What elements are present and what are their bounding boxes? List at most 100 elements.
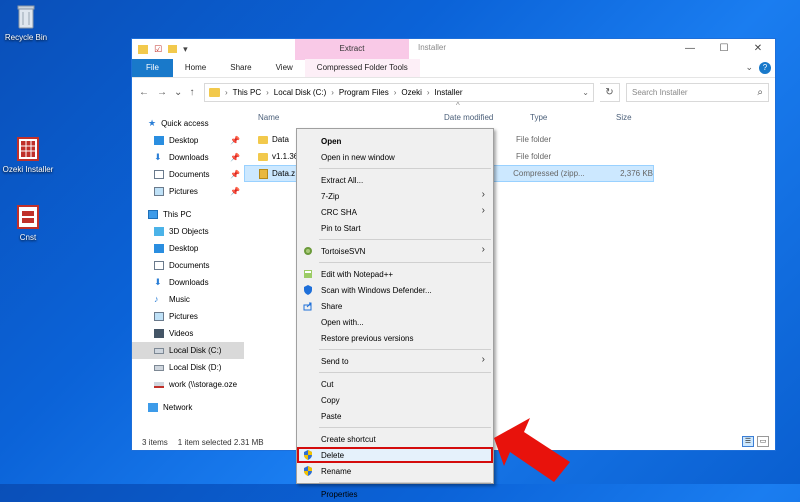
search-input[interactable]: Search Installer ⌕ [626,82,769,102]
properties-icon[interactable]: ☑ [154,44,162,55]
nav-local-disk-d[interactable]: Local Disk (D:) [132,359,244,376]
menu-item-send-to[interactable]: Send to › [297,353,493,369]
menu-item-pin-to-start[interactable]: Pin to Start [297,220,493,236]
menu-item-properties[interactable]: Properties [297,486,493,502]
menu-item-paste[interactable]: Paste [297,408,493,424]
menu-item-edit-notepad[interactable]: Edit with Notepad++ [297,266,493,282]
star-icon: ★ [148,118,157,128]
menu-separator [319,262,491,263]
address-dropdown-icon[interactable]: ⌄ [578,88,593,97]
desktop-icon-recycle-bin[interactable]: Recycle Bin [0,4,56,42]
nav-pictures[interactable]: Pictures [132,308,244,325]
submenu-arrow-icon: › [481,189,485,200]
menu-separator [319,168,491,169]
drive-icon [154,364,164,371]
pictures-icon [154,312,164,321]
menu-separator [319,482,491,483]
tab-view[interactable]: View [264,59,305,77]
tab-home[interactable]: Home [173,59,218,77]
nav-3d-objects[interactable]: 3D Objects [132,223,244,240]
menu-item-rename[interactable]: Rename [297,463,493,479]
sort-ascending-icon: ^ [456,101,460,110]
search-placeholder: Search Installer [632,87,688,97]
contextual-tab-extract[interactable]: Extract [295,39,409,60]
window-title: Installer [418,43,447,52]
tab-compressed-folder-tools[interactable]: Compressed Folder Tools [304,59,420,77]
menu-item-extract-all[interactable]: Extract All... [297,172,493,188]
refresh-button[interactable]: ↻ [600,82,620,102]
column-name[interactable]: Name [244,113,430,122]
menu-item-share[interactable]: Share [297,298,493,314]
menu-item-copy[interactable]: Copy [297,392,493,408]
pin-icon: 📌 [230,170,240,179]
details-view-icon[interactable]: ☰ [742,436,754,447]
forward-button[interactable]: → [156,87,168,98]
folder-icon [138,44,148,54]
breadcrumb-program-files[interactable]: Program Files [339,88,389,97]
uac-shield-icon [303,450,313,460]
zip-file-icon [259,168,268,179]
menu-separator [319,372,491,373]
tab-file[interactable]: File [132,59,173,77]
nav-quick-access[interactable]: ★ Quick access [132,115,244,132]
address-bar[interactable]: › This PC › Local Disk (C:) › Program Fi… [204,82,594,102]
nav-qa-desktop[interactable]: Desktop 📌 [132,132,244,149]
breadcrumb-installer[interactable]: Installer [435,88,463,97]
desktop-icon-cnst[interactable]: Cnst [0,204,58,242]
back-button[interactable]: ← [138,87,150,98]
desktop-icon-ozeki-installer[interactable]: Ozeki Installer [0,136,58,174]
menu-item-restore-previous[interactable]: Restore previous versions [297,330,493,346]
large-icons-view-icon[interactable]: ▭ [757,436,769,447]
help-icon[interactable]: ? [759,62,771,74]
this-pc-icon [148,210,158,219]
folder-icon [258,135,268,144]
nav-qa-documents[interactable]: Documents 📌 [132,166,244,183]
menu-item-open[interactable]: Open [297,133,493,149]
nav-this-pc[interactable]: This PC [132,206,244,223]
nav-work-network-drive[interactable]: work (\\storage.oze [132,376,244,393]
customize-qat-icon[interactable]: ▾ [183,44,188,55]
nav-network[interactable]: Network [132,399,244,416]
nav-desktop[interactable]: Desktop [132,240,244,257]
tab-share[interactable]: Share [218,59,263,77]
maximize-button[interactable]: ☐ [707,39,741,59]
menu-item-open-with[interactable]: Open with... [297,314,493,330]
menu-item-delete[interactable]: Delete [297,447,493,463]
menu-item-scan-defender[interactable]: Scan with Windows Defender... [297,282,493,298]
recent-locations-icon[interactable]: ⌄ [174,87,182,98]
new-folder-icon[interactable] [168,45,178,53]
pin-icon: 📌 [230,187,240,196]
breadcrumb-local-disk[interactable]: Local Disk (C:) [274,88,326,97]
menu-item-open-new-window[interactable]: Open in new window [297,149,493,165]
menu-item-crc-sha[interactable]: CRC SHA › [297,204,493,220]
menu-item-tortoisesvn[interactable]: TortoiseSVN › [297,243,493,259]
breadcrumb-this-pc[interactable]: This PC [233,88,261,97]
submenu-arrow-icon: › [481,244,485,255]
folder-icon [258,152,268,161]
nav-music[interactable]: ♪ Music [132,291,244,308]
red-pointer-arrow-icon [494,418,570,482]
expand-ribbon-icon[interactable]: ⌄ [745,62,753,73]
menu-item-cut[interactable]: Cut [297,376,493,392]
menu-item-create-shortcut[interactable]: Create shortcut [297,431,493,447]
column-type[interactable]: Type [516,113,602,122]
close-button[interactable]: ✕ [741,39,775,59]
menu-item-7zip[interactable]: 7-Zip › [297,188,493,204]
up-button[interactable]: ↑ [186,87,198,98]
music-icon: ♪ [154,294,159,304]
minimize-button[interactable]: — [673,39,707,59]
view-toggle: ☰ ▭ [742,436,769,447]
nav-downloads[interactable]: ⬇ Downloads [132,274,244,291]
nav-qa-pictures[interactable]: Pictures 📌 [132,183,244,200]
pictures-icon [154,187,164,196]
status-selection: 1 item selected 2.31 MB [177,437,264,447]
column-date-modified[interactable]: Date modified [430,113,516,122]
column-size[interactable]: Size [602,113,662,122]
nav-videos[interactable]: Videos [132,325,244,342]
recycle-bin-icon [15,4,37,30]
nav-local-disk-c[interactable]: Local Disk (C:) [132,342,244,359]
breadcrumb-ozeki[interactable]: Ozeki [401,88,421,97]
search-icon: ⌕ [757,86,763,98]
nav-qa-downloads[interactable]: ⬇ Downloads 📌 [132,149,244,166]
nav-documents[interactable]: Documents [132,257,244,274]
